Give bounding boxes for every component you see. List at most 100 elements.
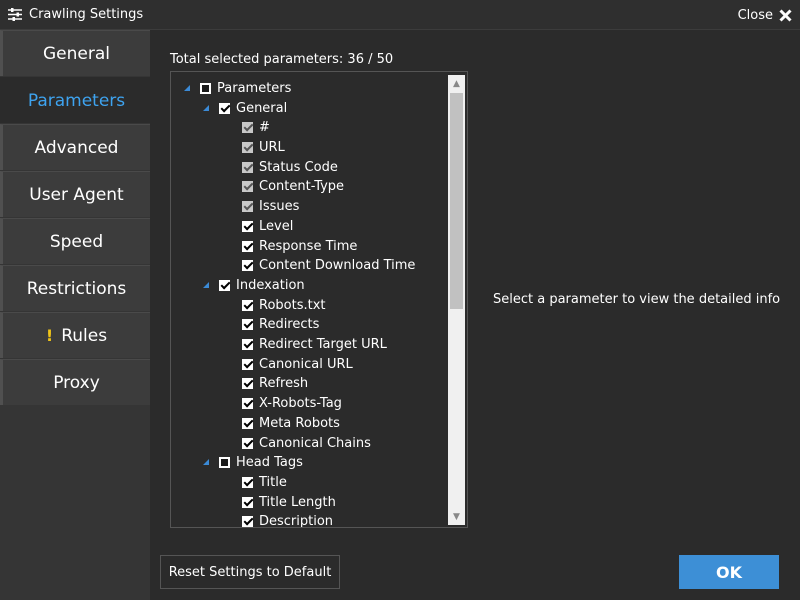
- tree-item-content-type[interactable]: Content-Type: [242, 176, 344, 196]
- tree-item-meta-robots[interactable]: Meta Robots: [242, 413, 340, 433]
- reset-settings-button[interactable]: Reset Settings to Default: [160, 555, 340, 589]
- sidebar-item-label: User Agent: [29, 184, 124, 205]
- checkbox[interactable]: [242, 417, 253, 429]
- close-label: Close: [737, 7, 773, 23]
- tree-item-canonical-chains[interactable]: Canonical Chains: [242, 433, 371, 453]
- checkbox[interactable]: [242, 220, 253, 232]
- sidebar-item-advanced[interactable]: Advanced: [0, 124, 150, 170]
- checkbox-general[interactable]: [219, 102, 230, 114]
- sidebar-item-general[interactable]: General: [0, 30, 150, 76]
- sidebar-item-label: Speed: [49, 231, 104, 252]
- expand-arrow-icon[interactable]: [203, 282, 209, 288]
- checkbox[interactable]: [242, 299, 253, 311]
- tree-item-content-download-time[interactable]: Content Download Time: [242, 255, 415, 275]
- tree-item-label: Level: [259, 218, 294, 234]
- tree-group-label: Head Tags: [236, 454, 303, 470]
- tree-item-robots-txt[interactable]: Robots.txt: [242, 295, 326, 315]
- tree-item-refresh[interactable]: Refresh: [242, 373, 308, 393]
- checkbox: [242, 200, 253, 212]
- scrollbar-thumb[interactable]: [450, 93, 463, 309]
- sidebar-item-label: Rules: [61, 325, 108, 346]
- checkbox[interactable]: [242, 476, 253, 488]
- tree-item-label: Title Length: [259, 494, 336, 510]
- sidebar: General Parameters Advanced User Agent S…: [0, 30, 150, 600]
- warning-icon: !: [45, 326, 54, 345]
- sidebar-item-label: Advanced: [34, 137, 119, 158]
- tree-item-label: Description: [259, 513, 334, 528]
- tree-item-label: Canonical URL: [259, 356, 353, 372]
- sidebar-item-proxy[interactable]: Proxy: [0, 359, 150, 405]
- sidebar-item-label: Proxy: [53, 372, 100, 393]
- expand-arrow-icon[interactable]: [203, 459, 209, 465]
- parameters-tree[interactable]: Parameters General # URL Status Code Con…: [170, 71, 468, 528]
- scroll-down-icon[interactable]: ▼: [448, 508, 465, 525]
- tree-content: Parameters General # URL Status Code Con…: [171, 72, 447, 527]
- sidebar-item-user-agent[interactable]: User Agent: [0, 171, 150, 217]
- tree-group-label: General: [236, 100, 288, 116]
- tree-item-url[interactable]: URL: [242, 137, 285, 157]
- sidebar-item-speed[interactable]: Speed: [0, 218, 150, 264]
- checkbox[interactable]: [242, 338, 253, 350]
- tree-item-hash[interactable]: #: [242, 117, 270, 137]
- tree-group-head-tags[interactable]: Head Tags: [203, 452, 303, 472]
- checkbox: [242, 180, 253, 192]
- tree-item-redirects[interactable]: Redirects: [242, 314, 319, 334]
- tree-item-label: Content-Type: [259, 178, 345, 194]
- sidebar-item-restrictions[interactable]: Restrictions: [0, 265, 150, 311]
- sidebar-item-parameters[interactable]: Parameters: [0, 77, 150, 123]
- tree-item-title[interactable]: Title: [242, 472, 287, 492]
- checkbox[interactable]: [242, 377, 253, 389]
- tree-item-issues[interactable]: Issues: [242, 196, 299, 216]
- checkbox[interactable]: [242, 259, 253, 271]
- checkbox[interactable]: [242, 437, 253, 449]
- checkbox[interactable]: [242, 318, 253, 330]
- tree-group-indexation[interactable]: Indexation: [203, 275, 305, 295]
- checkbox: [242, 141, 253, 153]
- checkbox[interactable]: [242, 496, 253, 508]
- window-title: Crawling Settings: [29, 7, 144, 22]
- tree-item-level[interactable]: Level: [242, 216, 293, 236]
- tree-item-title-length[interactable]: Title Length: [242, 492, 336, 512]
- tree-item-label: Response Time: [259, 238, 358, 254]
- checkbox[interactable]: [242, 240, 253, 252]
- checkbox[interactable]: [242, 358, 253, 370]
- tree-group-label: Indexation: [236, 277, 305, 293]
- detail-info-text: Select a parameter to view the detailed …: [493, 292, 781, 307]
- tree-scrollbar[interactable]: ▲ ▼: [448, 75, 465, 525]
- checkbox[interactable]: [242, 515, 253, 527]
- sidebar-item-label: Parameters: [27, 90, 126, 111]
- tree-item-x-robots-tag[interactable]: X-Robots-Tag: [242, 393, 342, 413]
- tree-item-label: Redirects: [259, 316, 320, 332]
- tree-item-label: Canonical Chains: [259, 435, 371, 451]
- tree-root-row[interactable]: Parameters: [184, 78, 291, 98]
- tree-item-label: Redirect Target URL: [259, 336, 387, 352]
- expand-arrow-icon[interactable]: [184, 85, 190, 91]
- tree-item-label: URL: [259, 139, 285, 155]
- settings-sliders-icon: [8, 8, 22, 21]
- tree-item-label: Issues: [259, 198, 300, 214]
- sidebar-item-rules[interactable]: ! Rules: [0, 312, 150, 358]
- sidebar-item-label: General: [43, 43, 110, 64]
- tree-item-status-code[interactable]: Status Code: [242, 157, 338, 177]
- total-selected-label: Total selected parameters: 36 / 50: [170, 52, 394, 67]
- tree-item-label: Robots.txt: [259, 297, 326, 313]
- checkbox: [242, 161, 253, 173]
- checkbox-head-tags[interactable]: [219, 456, 230, 468]
- checkbox-indexation[interactable]: [219, 279, 230, 291]
- ok-button[interactable]: OK: [679, 555, 779, 589]
- tree-item-response-time[interactable]: Response Time: [242, 236, 357, 256]
- checkbox-parameters[interactable]: [200, 82, 211, 94]
- checkbox: [242, 121, 253, 133]
- tree-item-label: Refresh: [259, 375, 309, 391]
- tree-root-label: Parameters: [217, 80, 292, 96]
- tree-item-canonical-url[interactable]: Canonical URL: [242, 354, 353, 374]
- expand-arrow-icon[interactable]: [203, 105, 209, 111]
- tree-item-redirect-target-url[interactable]: Redirect Target URL: [242, 334, 387, 354]
- tree-group-general[interactable]: General: [203, 98, 287, 118]
- close-icon: [779, 8, 792, 22]
- tree-item-description[interactable]: Description: [242, 511, 333, 527]
- scroll-up-icon[interactable]: ▲: [448, 75, 465, 92]
- close-button[interactable]: Close: [738, 6, 792, 24]
- tree-item-label: Title: [259, 474, 287, 490]
- checkbox[interactable]: [242, 397, 253, 409]
